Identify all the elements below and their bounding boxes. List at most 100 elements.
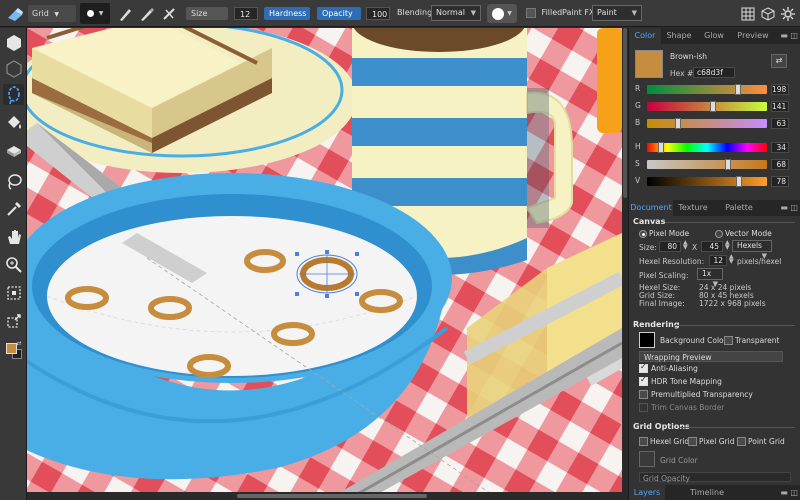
r-slider[interactable] (647, 84, 767, 95)
premultiplied-transparency-checkbox[interactable] (639, 390, 648, 399)
paint-fx-select[interactable]: Paint ▼ (592, 5, 642, 21)
vertical-scroll-thumb[interactable] (623, 28, 627, 198)
point-grid-checkbox[interactable] (737, 437, 746, 446)
g-value[interactable]: 141 (771, 101, 789, 112)
color-swatches[interactable]: ⇄ (3, 340, 24, 361)
v-label: V (635, 176, 641, 185)
transparent-checkbox[interactable] (724, 336, 733, 345)
r-slider-knob[interactable] (735, 84, 741, 95)
hardness-slider[interactable]: Hardness (264, 7, 310, 20)
pencil-icon[interactable] (137, 3, 157, 24)
hexel-grid-checkbox[interactable] (639, 437, 648, 446)
s-slider[interactable] (647, 159, 767, 170)
vector-mode-radio[interactable] (715, 230, 723, 238)
eraser-tool[interactable] (3, 140, 24, 161)
hexel-resolution-stepper-icon[interactable]: ▲ ▼ (729, 254, 734, 265)
s-value[interactable]: 68 (771, 159, 789, 170)
width-input[interactable]: 80 (659, 241, 681, 252)
s-slider-knob[interactable] (725, 159, 731, 170)
panel-collapse-icon[interactable]: ▬ ◫ (780, 31, 798, 40)
r-value[interactable]: 198 (771, 84, 789, 95)
tab-texture[interactable]: Texture (675, 200, 711, 216)
hexagon-fill-tool[interactable] (3, 32, 24, 53)
brush-mode-select[interactable]: Grid ▼ (28, 5, 76, 22)
pixel-grid-checkbox[interactable] (688, 437, 697, 446)
hexel-brush-icon[interactable] (2, 3, 28, 24)
vector-mode-label: Vector Mode (725, 229, 772, 238)
horizontal-scrollbar[interactable] (27, 492, 622, 500)
r-label: R (635, 84, 641, 93)
grid-view-icon[interactable] (738, 3, 758, 24)
v-slider[interactable] (647, 176, 767, 187)
h-value[interactable]: 34 (771, 142, 789, 153)
settings-gear-icon[interactable] (778, 3, 798, 24)
b-slider-knob[interactable] (675, 118, 681, 129)
hex-input[interactable]: c68d3f (693, 67, 735, 78)
hex-label: Hex #: (670, 69, 696, 78)
b-slider[interactable] (647, 118, 767, 129)
tab-layers[interactable]: Layers (629, 485, 665, 500)
crop-tool[interactable] (3, 282, 24, 303)
tab-glow[interactable]: Glow (699, 28, 729, 44)
horizontal-scroll-thumb[interactable] (237, 494, 427, 498)
lasso-tool[interactable] (3, 84, 24, 105)
smudge-icon[interactable] (159, 3, 179, 24)
h-label: H (635, 142, 641, 151)
tab-timeline[interactable]: Timeline (685, 485, 729, 500)
paint-bucket-tool[interactable] (3, 112, 24, 133)
iso-cube-icon[interactable] (758, 3, 778, 24)
brush-shape-button[interactable]: ▼ (487, 4, 517, 23)
hdr-tone-mapping-checkbox[interactable] (639, 375, 648, 386)
wrapping-preview-button[interactable]: Wrapping Preview (639, 351, 783, 362)
b-value[interactable]: 63 (771, 118, 789, 129)
swap-colors-icon[interactable]: ⇄ (17, 340, 22, 347)
h-slider-knob[interactable] (658, 142, 664, 153)
blending-select[interactable]: Normal ▼ (431, 5, 481, 21)
final-image-value: 1722 x 968 pixels (699, 299, 766, 308)
tab-color[interactable]: Color (629, 28, 661, 44)
filled-checkbox[interactable]: Filled (526, 4, 562, 22)
panel-collapse-icon[interactable]: ▬ ◫ (780, 488, 798, 497)
current-color-swatch[interactable] (635, 50, 663, 78)
hand-tool[interactable] (3, 226, 24, 247)
opacity-input[interactable]: 100 (366, 7, 390, 20)
color-swap-icon[interactable]: ⇄ (771, 54, 787, 68)
eyedropper-tool[interactable] (3, 198, 24, 219)
opacity-slider[interactable]: Opacity (317, 7, 361, 20)
g-label: G (635, 101, 641, 110)
tab-palette[interactable]: Palette (721, 200, 757, 216)
brush-icon[interactable] (115, 3, 135, 24)
pixel-mode-radio[interactable] (639, 230, 647, 238)
g-slider[interactable] (647, 101, 767, 112)
panel-collapse-icon[interactable]: ▬ ◫ (780, 203, 798, 212)
hexel-resolution-label: Hexel Resolution: (639, 257, 705, 266)
tab-document[interactable]: Document (629, 200, 673, 216)
canvas-heading: Canvas (633, 217, 666, 226)
tab-preview[interactable]: Preview (733, 28, 773, 44)
height-stepper-icon[interactable]: ▲ ▼ (725, 240, 730, 251)
freehand-lasso-tool[interactable] (3, 170, 24, 191)
size-input[interactable]: 12 (234, 7, 258, 20)
v-value[interactable]: 78 (771, 176, 789, 187)
hexagon-outline-tool[interactable] (3, 58, 24, 79)
drawing-canvas[interactable] (27, 28, 622, 500)
v-slider-knob[interactable] (736, 176, 742, 187)
trim-canvas-border-checkbox[interactable] (639, 403, 648, 412)
background-color-well[interactable] (639, 332, 655, 348)
width-stepper-icon[interactable]: ▲ ▼ (683, 240, 688, 251)
tab-shape[interactable]: Shape (663, 28, 695, 44)
chevron-down-icon: ▼ (507, 10, 512, 17)
zoom-tool[interactable] (3, 254, 24, 275)
pixel-scaling-select[interactable]: 1x ▼ (697, 268, 723, 288)
unit-select[interactable]: Hexels ▼ (732, 240, 772, 260)
brush-shape-select[interactable]: ▼ (80, 3, 110, 24)
anti-aliasing-checkbox[interactable] (639, 362, 648, 373)
g-slider-knob[interactable] (710, 101, 716, 112)
hexel-resolution-input[interactable]: 12 (709, 255, 727, 266)
grid-opacity-slider[interactable]: Grid Opacity (639, 472, 791, 483)
h-slider[interactable] (647, 142, 767, 153)
transform-tool[interactable] (3, 310, 24, 331)
height-input[interactable]: 45 (701, 241, 723, 252)
foreground-color-swatch[interactable] (5, 342, 17, 354)
grid-color-well[interactable] (639, 451, 655, 467)
